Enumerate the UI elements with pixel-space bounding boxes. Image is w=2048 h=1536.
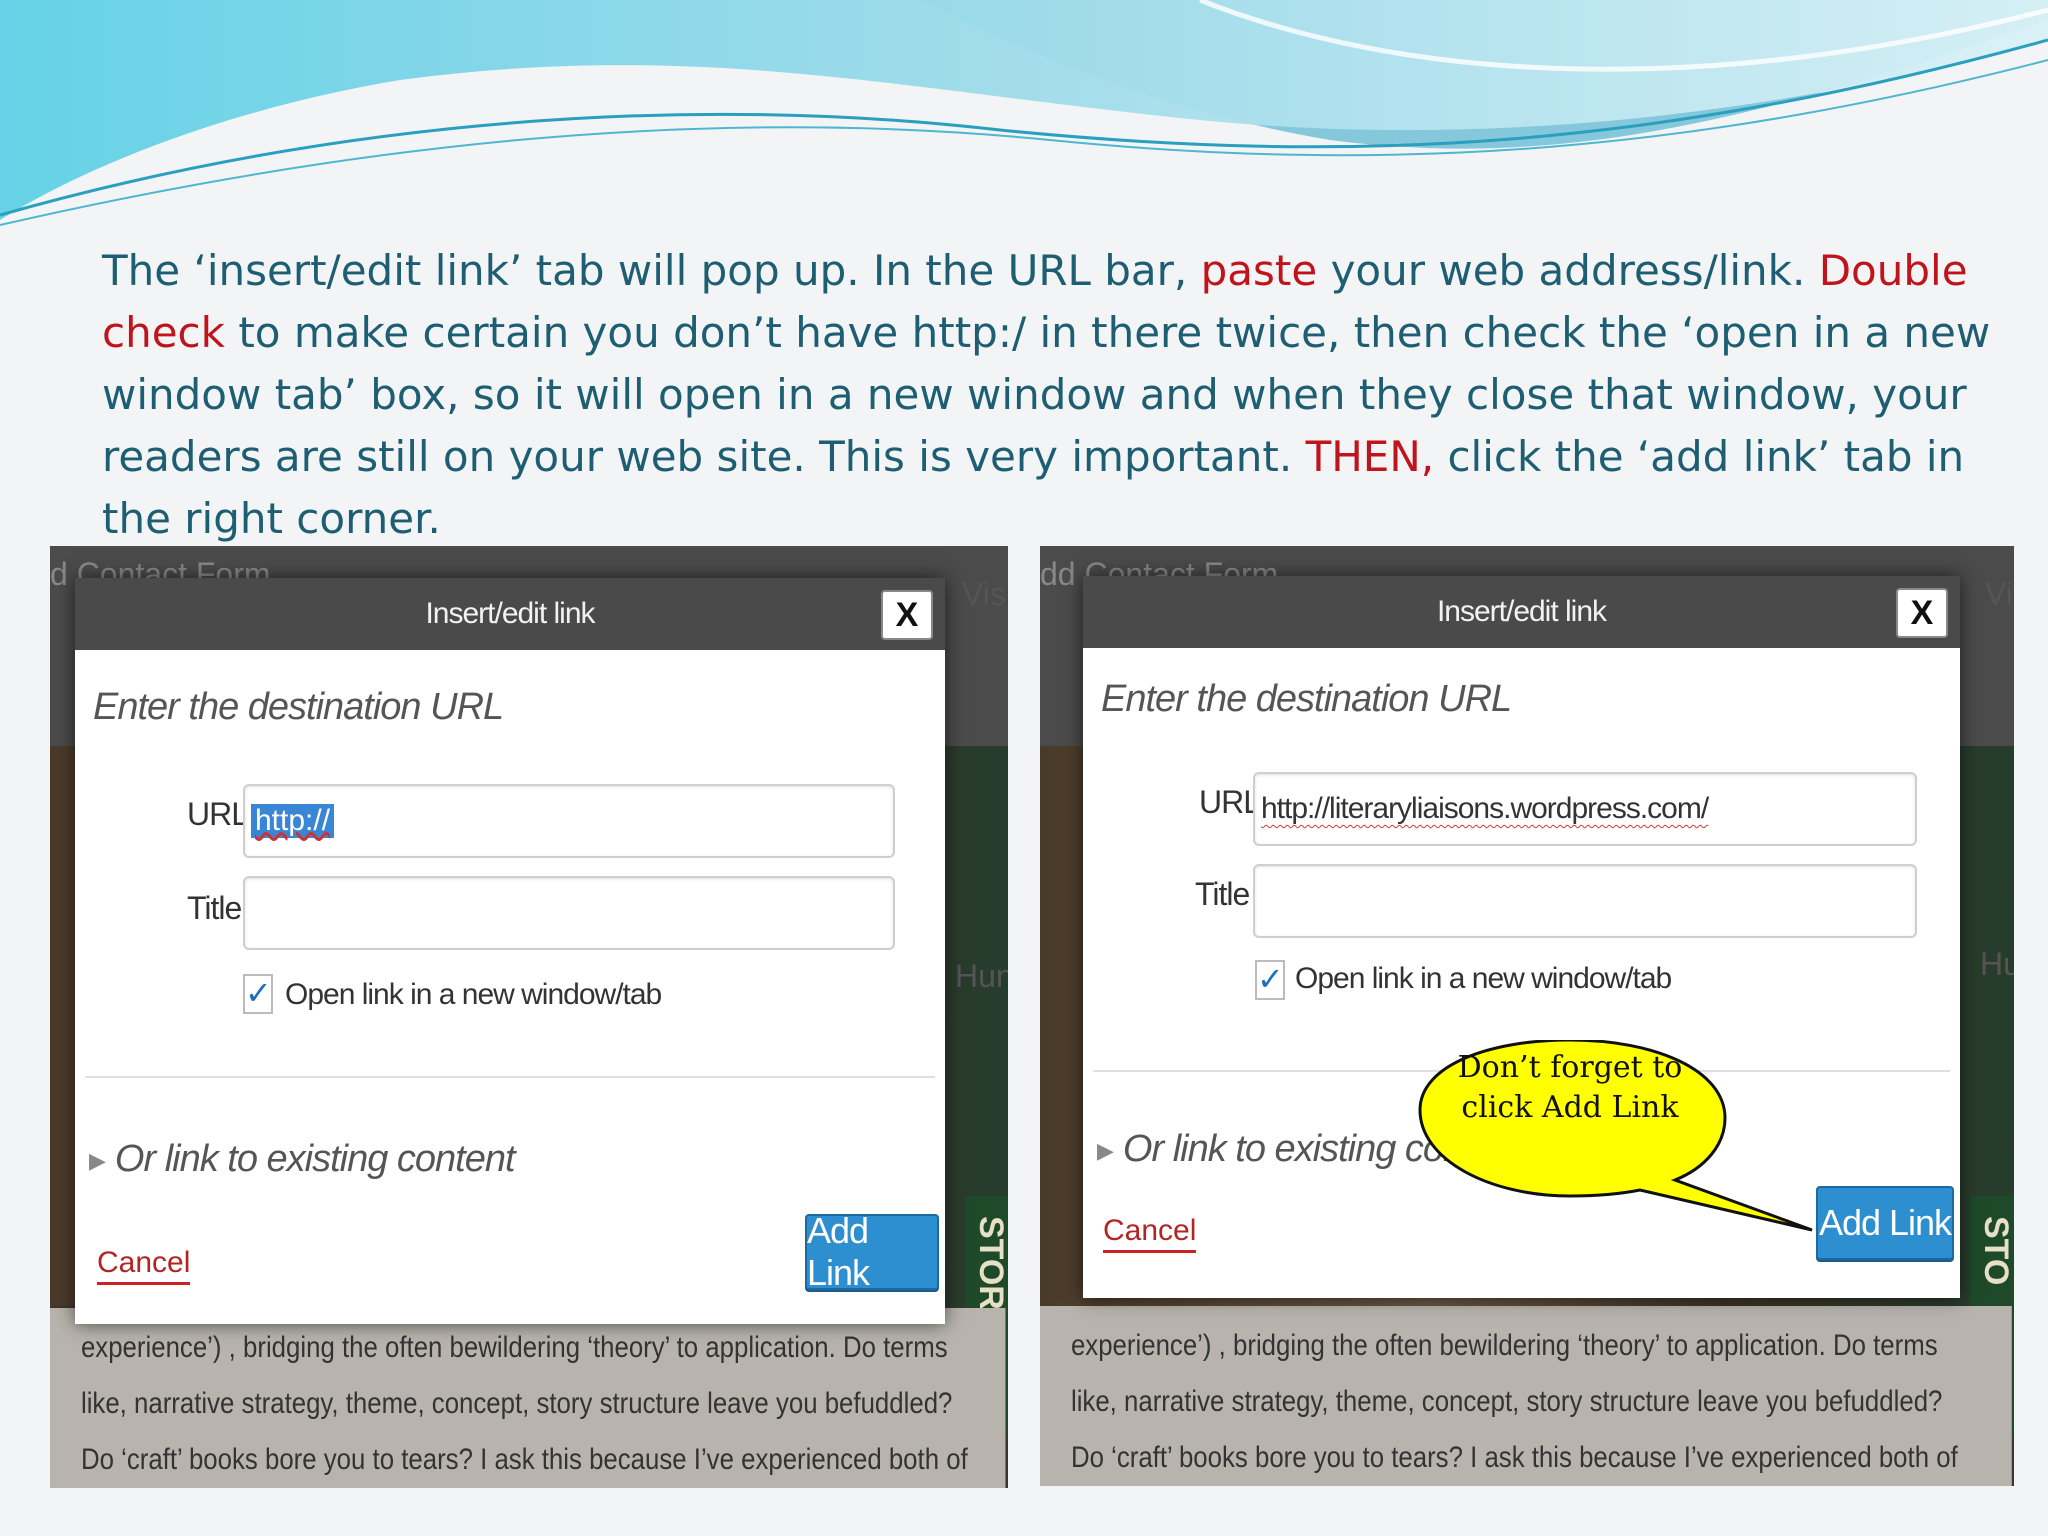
close-button[interactable]: X — [881, 590, 933, 640]
post-text-line: Do ‘craft’ books bore you to tears? I as… — [1070, 1441, 1958, 1474]
cancel-link[interactable]: Cancel — [1103, 1214, 1197, 1253]
triangle-right-icon: ▶ — [1097, 1137, 1114, 1163]
url-label: URL — [1199, 784, 1261, 820]
add-link-button[interactable]: Add Link — [805, 1210, 939, 1293]
dialog-title: Insert/edit link — [1436, 595, 1607, 628]
instruction-text: your web address/link. — [1317, 246, 1819, 295]
close-icon: X — [1910, 593, 1934, 632]
post-text-line: like, narrative strategy, theme, concept… — [1070, 1385, 1943, 1418]
url-label: URL — [187, 796, 249, 832]
link-existing-content-toggle[interactable]: ▶ Or link to existing content — [89, 1138, 516, 1181]
check-icon: ✓ — [1257, 961, 1284, 997]
close-button[interactable]: X — [1896, 588, 1948, 638]
add-link-button-label: Add Link — [1818, 1202, 1952, 1243]
url-input[interactable]: http://literaryliaisons.wordpress.com/ — [1253, 772, 1917, 846]
emphasis-then: THEN, — [1305, 432, 1435, 481]
book-cover-text: STOR — [972, 1216, 1008, 1310]
dialog-header: Insert/edit link X — [75, 578, 945, 650]
triangle-right-icon: ▶ — [89, 1147, 106, 1173]
post-text-line: like, narrative strategy, theme, concept… — [80, 1387, 953, 1420]
screenshot-before: d Contact Form Visu Hun STOR experience’… — [50, 546, 1008, 1488]
cancel-link[interactable]: Cancel — [97, 1246, 191, 1285]
dialog-subtitle: Enter the destination URL — [1101, 678, 1512, 720]
insert-link-dialog: Insert/edit link X Enter the destination… — [75, 578, 945, 1324]
new-window-checkbox[interactable]: ✓ — [243, 974, 273, 1014]
dialog-header: Insert/edit link X — [1083, 576, 1960, 648]
new-window-checkbox-label: Open link in a new window/tab — [1295, 962, 1672, 995]
emphasis-paste: paste — [1200, 246, 1318, 295]
new-window-checkbox[interactable]: ✓ — [1255, 960, 1285, 1000]
url-input-value: http:// — [251, 804, 335, 838]
background-visual-tab: Visu — [962, 576, 1008, 612]
background-side-text: Hu — [1980, 946, 2014, 982]
add-link-button[interactable]: Add Link — [1816, 1186, 1954, 1260]
title-input[interactable] — [1253, 864, 1917, 938]
close-icon: X — [895, 595, 919, 634]
new-window-checkbox-label: Open link in a new window/tab — [285, 978, 662, 1011]
book-cover-text: STO — [1977, 1216, 2014, 1286]
callout-text: Don’t forget to click Add Link — [1457, 1050, 1683, 1125]
screenshot-after: dd Contact Form Vi Hu STO experience’) ,… — [1040, 546, 2014, 1486]
post-text-line: experience’) , bridging the often bewild… — [80, 1331, 948, 1364]
background-side-text: Hun — [955, 958, 1008, 994]
background-post-text: experience’) , bridging the often bewild… — [1040, 1306, 2012, 1486]
background-visual-tab: Vi — [1985, 576, 2013, 612]
post-text-line: experience’) , bridging the often bewild… — [1070, 1329, 1938, 1362]
dialog-title: Insert/edit link — [425, 597, 595, 630]
background-post-text: experience’) , bridging the often bewild… — [50, 1308, 1006, 1488]
check-icon: ✓ — [245, 975, 272, 1011]
title-label: Title — [1195, 876, 1250, 912]
title-input[interactable] — [243, 876, 895, 950]
url-input-value: http://literaryliaisons.wordpress.com/ — [1261, 792, 1709, 825]
url-input[interactable]: http:// — [243, 784, 895, 858]
post-text-line: Do ‘craft’ books bore you to tears? I as… — [80, 1443, 968, 1476]
header-wave-decoration — [0, 0, 2048, 226]
dialog-divider — [85, 1076, 935, 1078]
instruction-text: The ‘insert/edit link’ tab will pop up. … — [102, 246, 1201, 295]
title-label: Title — [187, 890, 242, 926]
add-link-button-label: Add Link — [807, 1210, 870, 1293]
link-existing-content-label: Or link to existing content — [114, 1138, 516, 1180]
instruction-paragraph: The ‘insert/edit link’ tab will pop up. … — [102, 240, 2002, 550]
dialog-subtitle: Enter the destination URL — [93, 686, 504, 728]
